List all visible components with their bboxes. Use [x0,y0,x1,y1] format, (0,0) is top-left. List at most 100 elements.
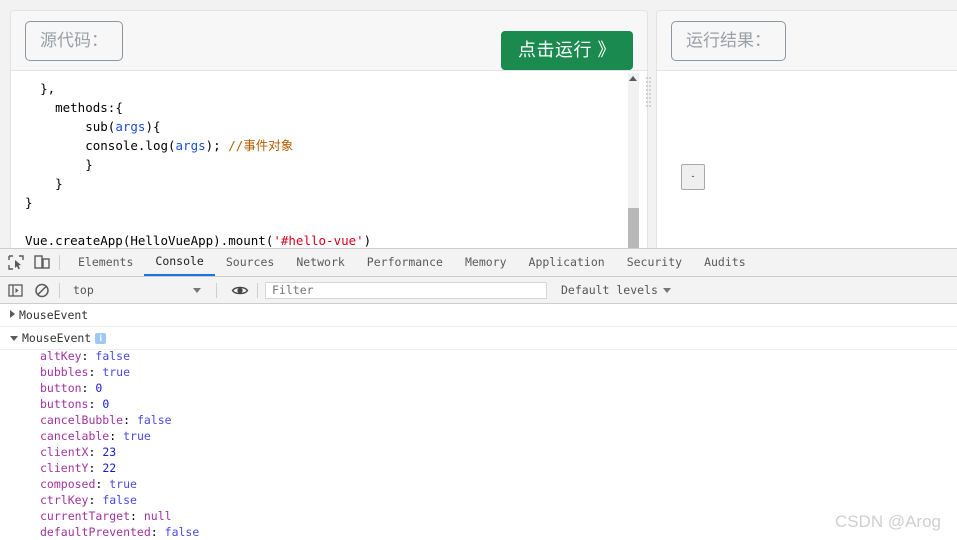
property-value: false [102,493,137,507]
log-entry-expanded-label: MouseEvent [22,331,92,345]
console-toolbar-divider-3 [257,282,258,298]
scroll-up-arrow-icon[interactable] [629,76,637,81]
property-key: defaultPrevented [40,525,151,539]
property-row: cancelable: true [40,429,151,443]
code-token: ) [363,233,372,248]
result-panel-header: 运行结果： [657,11,957,71]
tab-elements[interactable]: Elements [67,250,144,275]
code-line: methods:{ [25,98,371,117]
source-code-label: 源代码： [25,21,123,61]
property-value: 0 [95,381,103,395]
devtools-panel: Elements Console Sources Network Perform… [0,248,957,540]
console-toolbar: top Default levels [0,277,957,304]
panel-splitter-handle[interactable] [645,75,653,115]
tab-audits[interactable]: Audits [693,250,757,275]
property-value: true [123,429,151,443]
code-editor[interactable]: }, methods:{ sub(args){ console.log(args… [11,71,372,249]
tab-sources[interactable]: Sources [215,250,285,275]
code-token: sub( [85,119,116,134]
editor-scrollbar[interactable] [628,73,639,248]
tab-performance[interactable]: Performance [356,250,454,275]
live-expression-eye-icon[interactable] [230,281,250,300]
property-value: null [143,509,172,523]
code-line: } [25,174,371,193]
inspect-element-icon[interactable] [6,253,26,272]
property-row: bubbles: true [40,365,131,379]
property-row: composed: true [40,477,137,491]
tab-console[interactable]: Console [144,249,215,276]
mouse-event-property-list: altKey: false bubbles: true button: 0 butto… [0,348,957,540]
source-code-panel: 源代码： 点击运行 》 }, methods:{ sub(args){ cons… [10,10,648,250]
log-levels-label: Default levels [561,283,658,297]
execution-context-select[interactable]: top [67,283,193,297]
tab-application[interactable]: Application [518,250,616,275]
screenshot-root: 源代码： 点击运行 》 }, methods:{ sub(args){ cons… [0,0,957,540]
property-key: composed [40,477,96,491]
property-key: currentTarget [40,509,131,523]
code-token: //事件对象 [228,138,294,153]
property-value: 23 [102,445,117,459]
code-token: methods:{ [55,100,123,115]
result-label: 运行结果： [671,21,786,61]
code-token: console.log( [85,138,176,153]
code-line: console.log(args); //事件对象 [25,136,371,155]
tab-security[interactable]: Security [616,250,693,275]
console-filter-input[interactable] [265,281,547,299]
code-token: '#hello-vue' [273,233,364,248]
property-row: clientX: 23 [40,445,117,459]
property-row: buttons: 0 [40,397,110,411]
console-sidebar-toggle-icon[interactable] [6,281,26,300]
code-line: } [25,193,371,212]
expand-triangle-down-icon[interactable] [10,336,18,341]
property-key: clientX [40,445,89,459]
code-token: args [115,119,146,134]
result-panel: 运行结果： - [656,10,957,250]
console-output: MouseEvent MouseEvent i altKey: false bubb… [0,304,957,540]
console-toolbar-divider [59,282,60,298]
property-key: ctrlKey [40,493,89,507]
code-token: } [55,176,63,191]
property-key: altKey [40,349,82,363]
source-panel-body: }, methods:{ sub(args){ console.log(args… [11,71,647,249]
code-token: ); [205,138,229,153]
property-key: bubbles [40,365,89,379]
property-key: buttons [40,397,89,411]
tab-network[interactable]: Network [285,250,355,275]
log-entry-collapsed-label: MouseEvent [19,308,89,322]
clear-console-icon[interactable] [32,281,52,300]
property-key: cancelable [40,429,110,443]
tab-memory[interactable]: Memory [454,250,518,275]
property-value: true [109,477,137,491]
device-toolbar-icon[interactable] [32,253,52,272]
property-row: altKey: false [40,349,131,363]
property-value: true [102,365,131,379]
expand-triangle-right-icon[interactable] [10,310,15,318]
result-output-button[interactable]: - [681,164,705,190]
info-icon[interactable]: i [95,333,107,344]
toolbar-divider [59,255,60,270]
code-token: }, [40,81,56,96]
scrollbar-thumb[interactable] [628,208,639,248]
property-row: currentTarget: null [40,509,172,523]
chevron-down-icon[interactable] [193,287,201,293]
property-row: clientY: 22 [40,461,117,475]
property-row: defaultPrevented: false [40,525,200,539]
property-value: false [136,413,172,427]
property-row: button: 0 [40,381,103,395]
property-value: 0 [102,397,110,411]
property-key: clientY [40,461,89,475]
log-levels-select[interactable]: Default levels [561,283,671,297]
result-panel-body: - [657,71,957,249]
code-token: ){ [145,119,161,134]
code-line: } [25,155,371,174]
code-token: Vue.createApp(HelloVueApp).mount( [25,233,274,248]
run-button[interactable]: 点击运行 》 [500,31,633,70]
property-value: 22 [102,461,117,475]
code-line: }, [25,79,371,98]
code-token: } [25,195,33,210]
property-row: ctrlKey: false [40,493,137,507]
levels-chevron-down-icon [662,287,671,293]
log-entry-expanded[interactable]: MouseEvent i [0,327,957,350]
log-entry-collapsed[interactable]: MouseEvent [0,304,957,327]
